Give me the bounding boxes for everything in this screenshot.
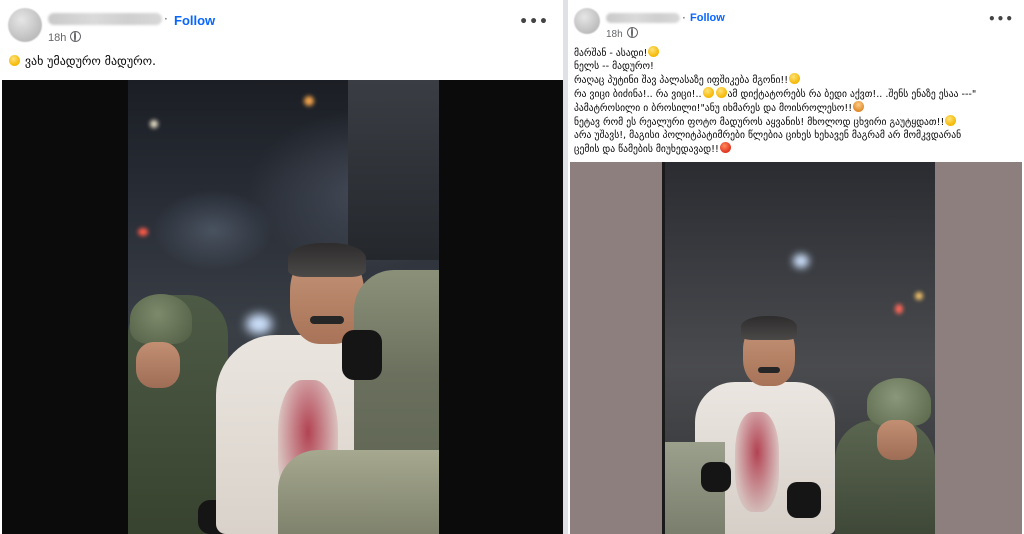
post-header: · Follow 18h ••• [568,0,1024,50]
post-time[interactable]: 18h [48,31,82,44]
globe-icon [626,27,638,38]
dot-separator: · [682,11,686,25]
smiling-face-emoji-icon [945,115,957,126]
caption-line: ცემის და წამების მიუხედავად!! [574,142,1020,156]
avatar[interactable] [574,8,600,34]
author-name-blurred[interactable] [606,13,680,23]
more-options-button[interactable]: ••• [519,14,549,30]
man-hair [741,316,797,340]
post-photo[interactable] [2,80,563,534]
post-time-label[interactable]: 18h [606,29,623,40]
background-light [304,96,314,106]
caption-line: პამატროსილი ი ბროსილი!"ანუ იხმარეს და მო… [574,101,1020,115]
man-hair [288,243,366,277]
post-time[interactable]: 18h [606,27,638,40]
follow-button[interactable]: Follow [690,12,725,24]
post-card-right: · Follow 18h ••• მარშან - ასადი! ნელს --… [568,0,1024,534]
background-light [150,120,158,128]
post-caption: ვახ უმადურო მადურო. [8,55,156,68]
soldier-face [877,420,917,460]
background-light [246,314,272,334]
worried-face-emoji-icon [715,87,727,98]
caption-text: ვახ უმადურო მადურო. [24,54,156,68]
follow-button[interactable]: Follow [174,13,215,28]
soldier-helmet [867,378,931,426]
smiling-face-emoji-icon [648,46,660,57]
dot-separator: · [164,12,168,26]
soldier-face [136,342,180,388]
caption-line: არა უშავს!, მაგისი პოლიტპატიმრები წლებია… [574,130,962,141]
angry-face-emoji-icon [719,142,731,153]
background-light [793,254,809,268]
caption-line: ნელს -- მადურო! [574,61,654,72]
soldier-glove [701,462,731,492]
post-card-left: · Follow 18h ••• ვახ უმადურო მადურო. [0,0,563,534]
soldier-right-arm [278,450,439,534]
avatar[interactable] [8,8,42,42]
background-building [348,80,439,260]
background-light [895,304,903,314]
background-light [138,228,148,236]
more-options-button[interactable]: ••• [988,12,1014,26]
caption-line: რაღაც პუტინი შავ პალასაზე იფშიკება მგონი… [574,73,1020,87]
caption-line: მარშან - ასადი! [574,46,1020,60]
caption-line: რა ვიცი ბიძინა!.. რა ვიცი!.. ამ დიქტატორე… [574,87,977,100]
post-header: · Follow 18h ••• [0,0,563,50]
grinning-face-emoji-icon [789,73,801,84]
grinning-face-emoji-icon [9,55,20,66]
man-mustache [758,367,780,373]
background-light [915,292,923,300]
post-photo[interactable] [570,162,1022,534]
soldier-glove [342,330,382,380]
post-time-label[interactable]: 18h [48,32,66,44]
blood-stain [735,412,779,512]
soldier-glove [787,482,821,518]
person-shrugging-emoji-icon [853,101,865,112]
post-caption: მარშან - ასადი! ნელს -- მადურო! რაღაც პუ… [574,46,1020,156]
photo-scene [128,80,439,534]
globe-icon [70,31,82,42]
caption-line: ნეტავ რომ ეს რეალური ფოტო მადუროს აყვანი… [574,115,1020,129]
soldier-helmet [130,294,192,344]
man-mustache [310,316,344,324]
author-name-blurred[interactable] [48,13,162,25]
phone-screen [662,162,935,534]
sad-face-emoji-icon [702,87,714,98]
